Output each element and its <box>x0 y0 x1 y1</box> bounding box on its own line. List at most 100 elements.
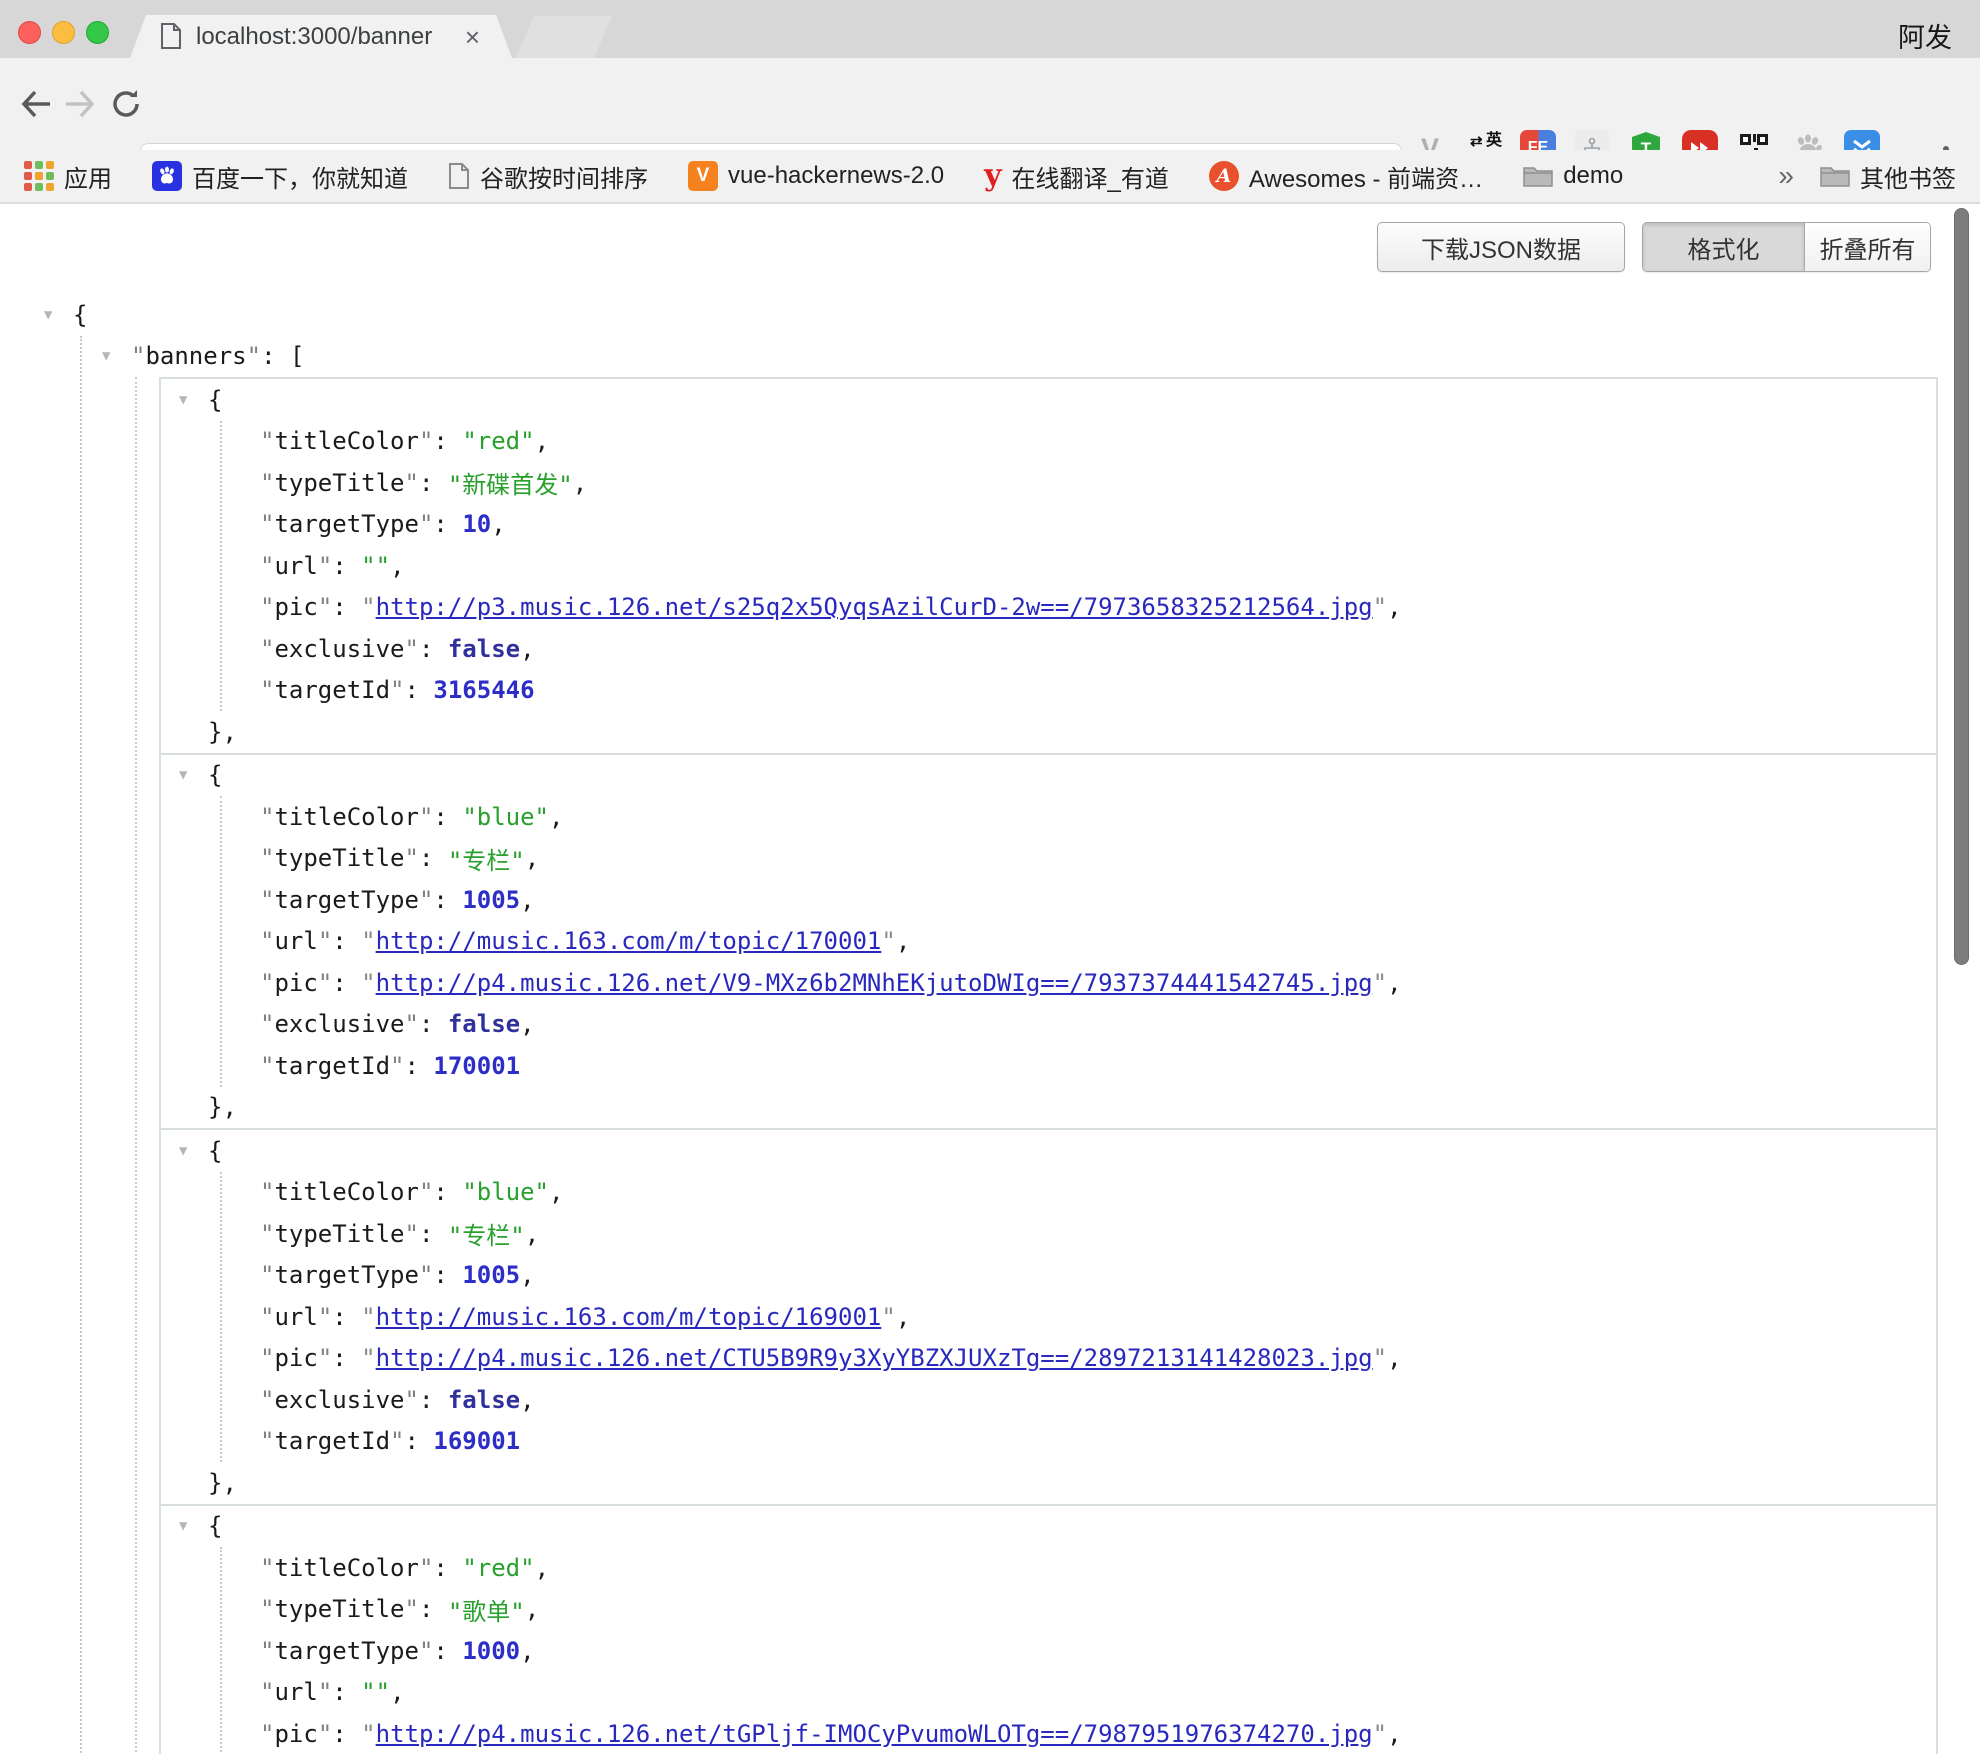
json-token: , <box>520 635 534 663</box>
json-line: "typeTitle": "新碟首发", <box>260 462 1936 504</box>
json-line: ▼{ <box>161 755 1936 797</box>
download-json-button[interactable]: 下载JSON数据 <box>1377 222 1625 272</box>
json-token: " <box>419 886 433 914</box>
back-button[interactable] <box>14 82 58 126</box>
json-key: url <box>274 552 317 580</box>
bookmark-demo-folder[interactable]: demo <box>1523 162 1623 190</box>
json-token: : <box>433 1261 462 1289</box>
bookmarks-overflow-chevron[interactable]: » <box>1778 160 1794 192</box>
json-line: ▼{ <box>161 379 1936 421</box>
json-token: , <box>525 844 539 872</box>
json-token: : <box>419 844 448 872</box>
json-token: " <box>260 635 274 663</box>
collapse-toggle-icon[interactable]: ▼ <box>44 308 73 322</box>
json-token: " <box>260 1261 274 1289</box>
json-token: " <box>260 427 274 455</box>
json-line: "titleColor": "blue", <box>260 1172 1936 1214</box>
json-key: typeTitle <box>274 469 404 497</box>
json-key: targetId <box>274 1427 390 1455</box>
json-token: : <box>419 1595 448 1623</box>
collapse-toggle-icon[interactable]: ▼ <box>179 393 208 407</box>
json-string-value: "专栏" <box>448 1216 525 1251</box>
json-token: : <box>405 1052 434 1080</box>
json-token: : <box>433 1637 462 1665</box>
json-string-value: "新碟首发" <box>448 465 573 500</box>
json-token: , <box>525 1220 539 1248</box>
bookmark-label: vue-hackernews-2.0 <box>728 162 944 190</box>
youdao-y-icon: y <box>984 161 1001 191</box>
json-link[interactable]: http://p3.music.126.net/s25q2x5QyqsAzilC… <box>376 593 1373 621</box>
json-token: , <box>520 1261 534 1289</box>
json-line: "url": "http://music.163.com/m/topic/169… <box>260 1296 1936 1338</box>
json-line: "targetType": 1005, <box>260 1255 1936 1297</box>
bookmark-google-sort[interactable]: 谷歌按时间排序 <box>448 159 648 194</box>
json-token: " <box>260 1052 274 1080</box>
json-object-properties: "titleColor": "red","typeTitle": "新碟首发",… <box>220 421 1936 712</box>
collapse-toggle-icon[interactable]: ▼ <box>179 1519 208 1533</box>
json-token: }, <box>208 1469 237 1497</box>
bookmark-baidu[interactable]: 百度一下，你就知道 <box>152 159 408 194</box>
collapse-all-button[interactable]: 折叠所有 <box>1804 223 1930 271</box>
baidu-paw-icon <box>152 161 182 191</box>
json-token: " <box>260 1220 274 1248</box>
json-token: , <box>520 1637 534 1665</box>
json-token: " <box>390 676 404 704</box>
json-key: pic <box>274 969 317 997</box>
json-token: , <box>535 427 549 455</box>
json-token: , <box>520 1386 534 1414</box>
awesomes-a-icon: A <box>1209 161 1239 191</box>
bookmark-vue-hackernews[interactable]: V vue-hackernews-2.0 <box>688 161 944 191</box>
forward-button[interactable] <box>58 82 102 126</box>
collapse-toggle-icon[interactable]: ▼ <box>179 768 208 782</box>
json-token: }, <box>208 1093 237 1121</box>
json-token: " <box>390 1427 404 1455</box>
json-key: targetType <box>274 510 419 538</box>
json-line: ▼{ <box>161 1506 1936 1548</box>
json-token: " <box>260 844 274 872</box>
json-key: exclusive <box>274 1010 404 1038</box>
json-token: " <box>405 1595 419 1623</box>
json-line: "titleColor": "blue", <box>260 796 1936 838</box>
format-button[interactable]: 格式化 <box>1643 223 1804 271</box>
json-token: " <box>419 510 433 538</box>
json-token: " <box>405 844 419 872</box>
bookmark-apps[interactable]: 应用 <box>24 159 112 194</box>
tab-title: localhost:3000/banner <box>196 23 465 51</box>
json-link[interactable]: http://p4.music.126.net/V9-MXz6b2MNhEKju… <box>376 969 1373 997</box>
reload-button[interactable] <box>104 82 148 126</box>
json-token: : <box>419 635 448 663</box>
tab-close-icon[interactable]: × <box>465 24 480 50</box>
collapse-toggle-icon[interactable]: ▼ <box>179 1144 208 1158</box>
json-line: "typeTitle": "歌单", <box>260 1589 1936 1631</box>
other-bookmarks-folder[interactable]: 其他书签 <box>1820 159 1956 194</box>
vertical-scrollbar-thumb[interactable] <box>1954 208 1969 965</box>
json-link[interactable]: http://p4.music.126.net/tGPljf-IMOCyPvum… <box>376 1720 1373 1748</box>
json-token: " <box>131 342 145 370</box>
json-line: "targetType": 10, <box>260 504 1936 546</box>
json-token: " <box>419 1554 433 1582</box>
json-key: targetType <box>274 886 419 914</box>
browser-profile-name[interactable]: 阿发 <box>1898 16 1952 55</box>
minimize-window-button[interactable] <box>52 21 75 44</box>
json-key: url <box>274 1303 317 1331</box>
bookmark-youdao[interactable]: y 在线翻译_有道 <box>984 159 1169 194</box>
zoom-window-button[interactable] <box>86 21 109 44</box>
json-link[interactable]: http://music.163.com/m/topic/169001 <box>376 1303 882 1331</box>
collapse-toggle-icon[interactable]: ▼ <box>102 349 131 363</box>
json-token: " <box>419 427 433 455</box>
json-token: " <box>318 1344 332 1372</box>
new-tab-button[interactable] <box>516 16 612 58</box>
json-line: "titleColor": "red", <box>260 1547 1936 1589</box>
json-link[interactable]: http://p4.music.126.net/CTU5B9R9y3XyYBZX… <box>376 1344 1373 1372</box>
close-window-button[interactable] <box>18 21 41 44</box>
json-token: " <box>318 1678 332 1706</box>
json-key: banners <box>145 342 246 370</box>
json-token: " <box>260 1678 274 1706</box>
browser-tab[interactable]: localhost:3000/banner × <box>130 15 512 58</box>
bookmark-awesomes[interactable]: A Awesomes - 前端资… <box>1209 159 1483 194</box>
json-token: : <box>419 1386 448 1414</box>
json-token: " <box>260 1344 274 1372</box>
json-object-properties: "titleColor": "red","typeTitle": "歌单","t… <box>220 1547 1936 1754</box>
json-line: "titleColor": "red", <box>260 421 1936 463</box>
json-link[interactable]: http://music.163.com/m/topic/170001 <box>376 927 882 955</box>
